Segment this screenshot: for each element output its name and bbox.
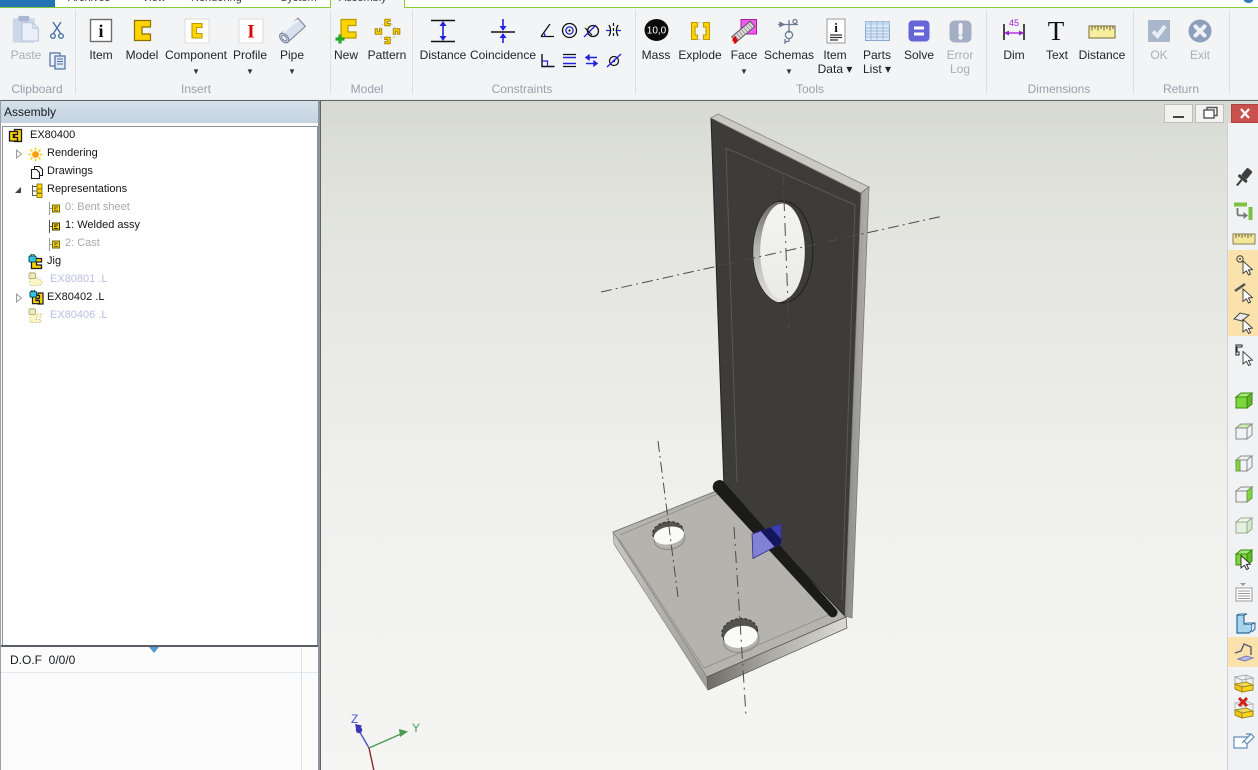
svg-text:45: 45 [1009,18,1019,28]
svg-text:Z: Z [351,712,358,726]
svg-text:i: i [98,21,103,41]
svg-text:Y: Y [412,721,420,735]
svg-text:i: i [834,20,838,35]
svg-text:T: T [1048,18,1065,44]
svg-text:I: I [247,22,254,43]
svg-text:10,0: 10,0 [647,26,667,37]
